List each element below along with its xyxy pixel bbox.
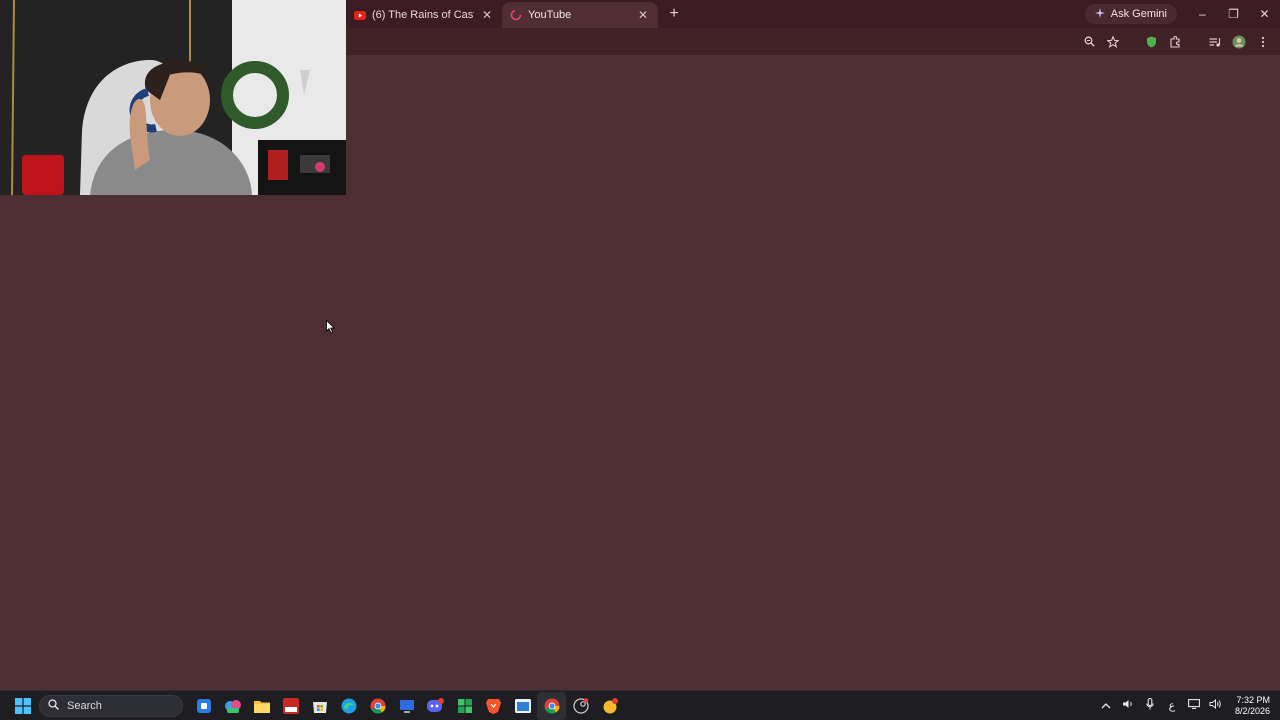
webcam-feed-image — [0, 0, 346, 195]
taskbar-search-input[interactable]: Search — [39, 694, 183, 717]
file-explorer-icon[interactable] — [247, 692, 276, 720]
zoom-icon[interactable] — [1080, 33, 1098, 51]
profile-avatar-icon[interactable] — [1230, 33, 1248, 51]
notes-app-icon[interactable] — [595, 692, 624, 720]
discord-app-icon[interactable] — [421, 692, 450, 720]
microphone-icon[interactable] — [1139, 697, 1161, 713]
terminal-app-icon[interactable] — [508, 692, 537, 720]
gemini-sparkle-icon — [1094, 7, 1105, 21]
close-window-button[interactable]: ✕ — [1249, 7, 1280, 21]
chrome-active-app-icon[interactable] — [537, 691, 566, 720]
steam-app-icon[interactable] — [566, 692, 595, 720]
webcam-overlay — [0, 0, 346, 195]
brave-browser-icon[interactable] — [479, 692, 508, 720]
menu-kebab-icon[interactable] — [1254, 33, 1272, 51]
network-display-icon[interactable] — [1183, 699, 1205, 712]
start-windows-icon[interactable] — [8, 692, 37, 720]
edge-browser-icon[interactable] — [334, 692, 363, 720]
video-editor-app-icon[interactable] — [276, 692, 305, 720]
browser-tabstrip: (6) The Rains of Castamere (Re ✕ YouTube… — [346, 0, 1280, 28]
volume-icon[interactable] — [1205, 698, 1227, 712]
chevron-up-icon[interactable] — [1095, 700, 1117, 712]
bookmark-star-icon[interactable] — [1104, 33, 1122, 51]
restore-button[interactable]: ❐ — [1218, 7, 1249, 21]
minimize-button[interactable]: – — [1187, 7, 1218, 21]
loading-icon — [510, 9, 522, 21]
copilot-app-icon[interactable] — [189, 692, 218, 720]
audio-device-icon[interactable] — [1117, 699, 1139, 712]
shield-extension-icon[interactable] — [1142, 33, 1160, 51]
taskbar-clock[interactable]: 7:32 PM 8/2/2026 — [1235, 695, 1270, 717]
clock-date: 8/2/2026 — [1234, 705, 1270, 716]
remote-desktop-app-icon[interactable] — [392, 692, 421, 720]
desktop: (6) The Rains of Castamere (Re ✕ YouTube… — [0, 0, 1280, 690]
tab-title: (6) The Rains of Castamere (Re — [372, 9, 474, 21]
clock-time: 7:32 PM — [1236, 694, 1270, 705]
chrome-browser-icon[interactable] — [363, 692, 392, 720]
tab-youtube[interactable]: YouTube ✕ — [502, 2, 658, 28]
youtube-icon — [354, 9, 366, 21]
ask-gemini-button[interactable]: Ask Gemini — [1084, 4, 1177, 24]
mouse-cursor-icon — [326, 320, 336, 334]
browser-toolbar — [346, 28, 1280, 55]
tab-rains-of-castamere[interactable]: (6) The Rains of Castamere (Re ✕ — [346, 2, 502, 28]
system-tray: ع 7:32 PM 8/2/2026 — [1095, 695, 1280, 717]
xbox-app-icon[interactable] — [450, 692, 479, 720]
microsoft-store-icon[interactable] — [305, 692, 334, 720]
page-content-blank — [346, 55, 1280, 690]
new-tab-button[interactable]: + — [662, 5, 686, 23]
search-placeholder: Search — [67, 699, 102, 712]
tab-close-icon[interactable]: ✕ — [480, 8, 494, 22]
input-language-indicator[interactable]: ع — [1161, 699, 1183, 712]
search-icon — [48, 698, 59, 713]
widgets-app-icon[interactable] — [218, 692, 247, 720]
extensions-puzzle-icon[interactable] — [1166, 33, 1184, 51]
tab-title: YouTube — [528, 9, 572, 21]
taskbar: Search ع 7:32 PM 8/2/2026 — [0, 690, 1280, 720]
tab-close-icon[interactable]: ✕ — [636, 8, 650, 22]
ask-gemini-label: Ask Gemini — [1110, 8, 1167, 20]
media-control-icon[interactable] — [1206, 33, 1224, 51]
